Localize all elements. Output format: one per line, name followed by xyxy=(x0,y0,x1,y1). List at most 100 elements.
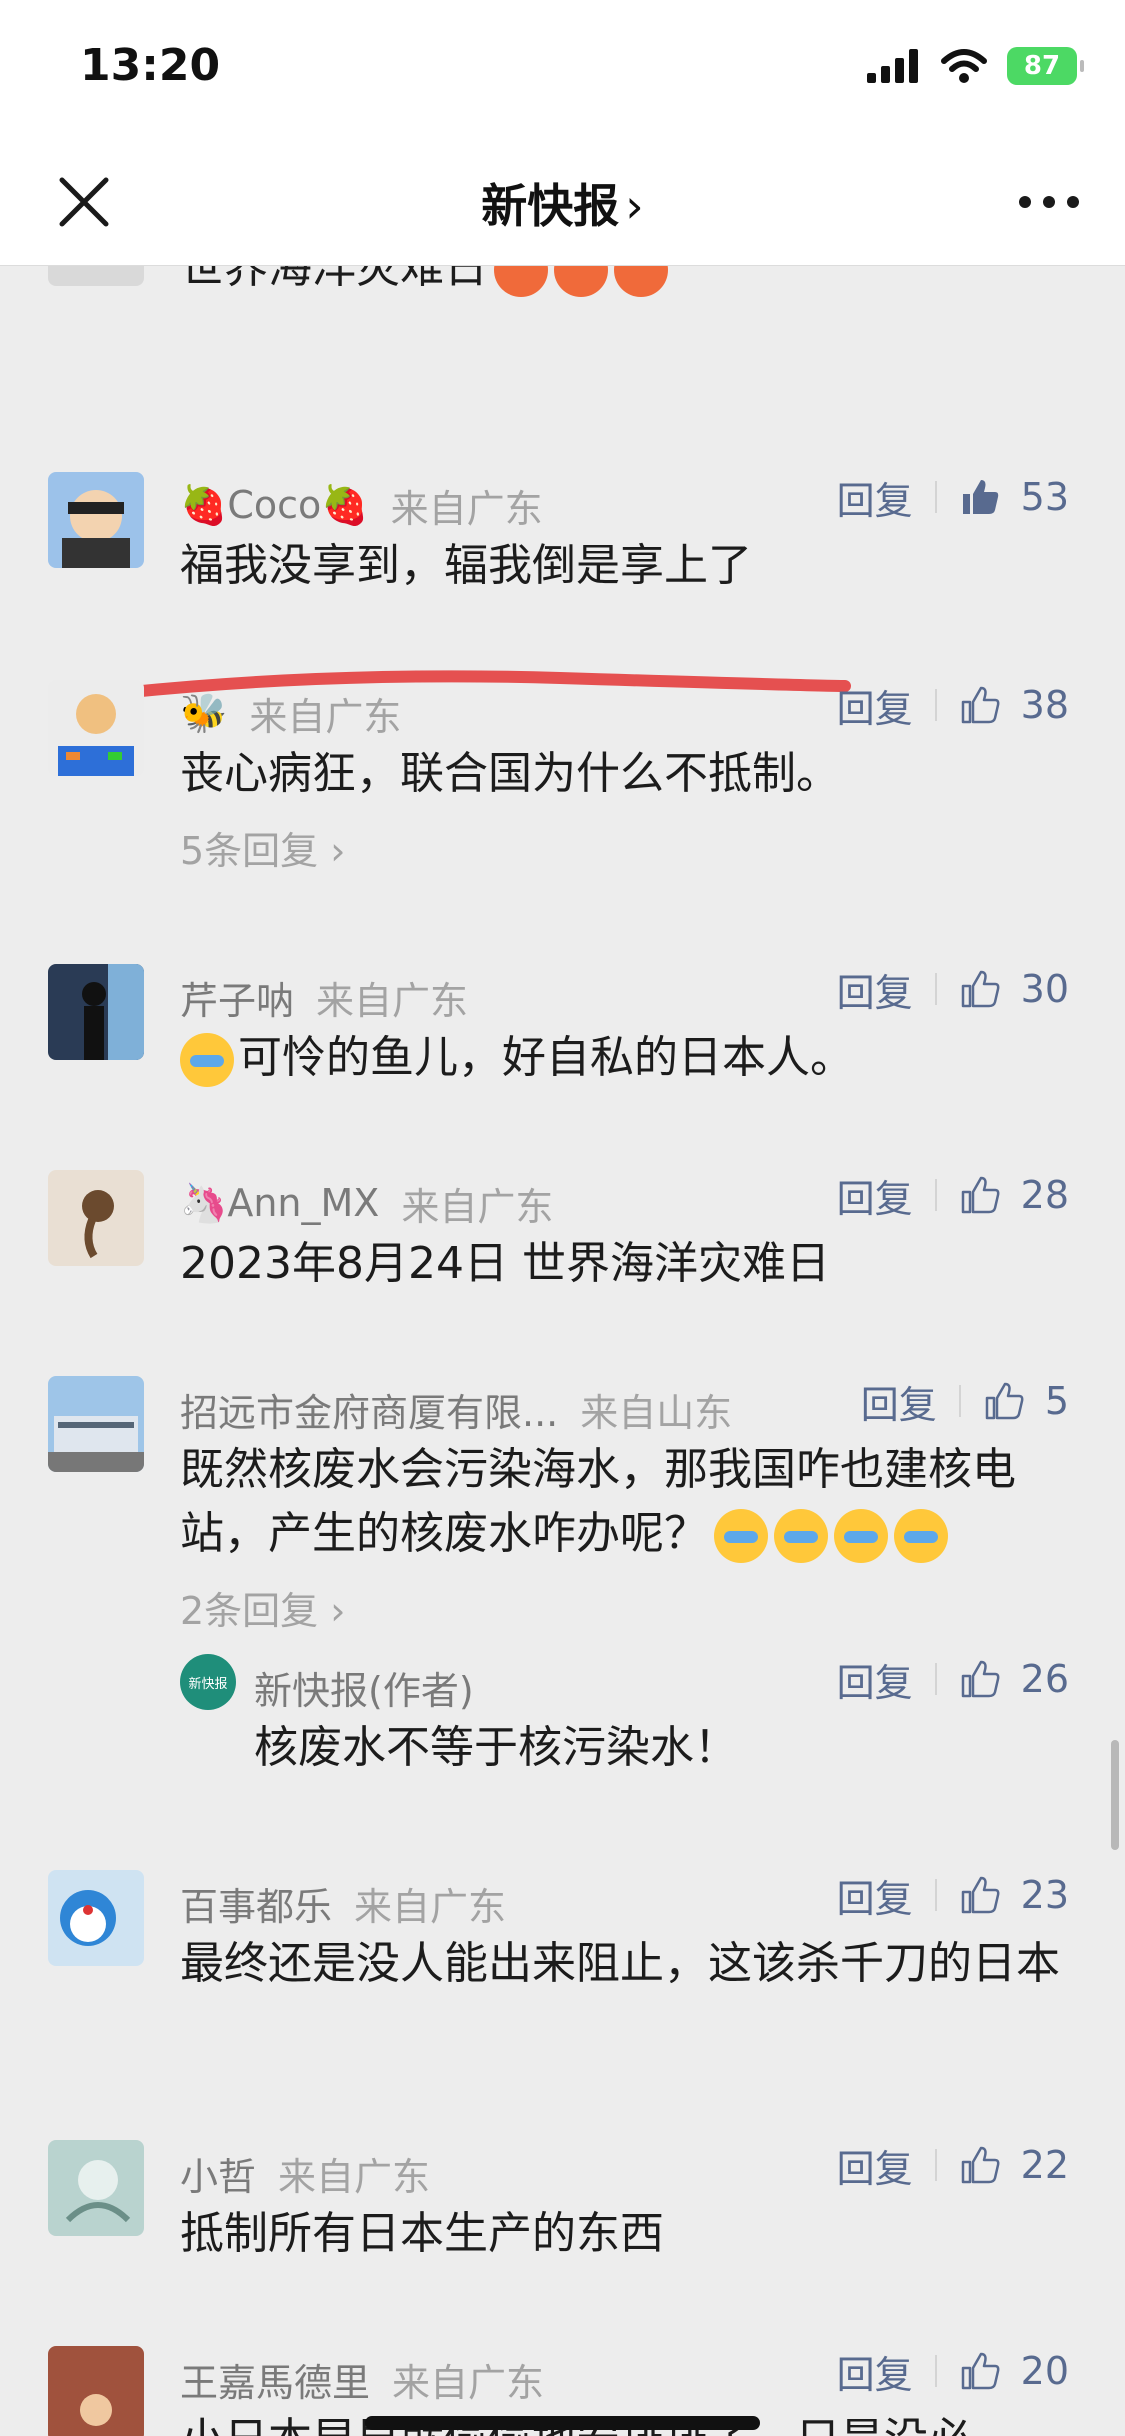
like-count: 20 xyxy=(1020,2349,1069,2393)
commenter-name[interactable]: 芹子呐 xyxy=(180,970,294,1025)
like-button[interactable]: 30 xyxy=(959,967,1069,1011)
commenter-name[interactable]: 🍓Coco🍓 xyxy=(180,483,369,528)
reply-button[interactable]: 回复 xyxy=(837,962,913,1017)
reply-button[interactable]: 回复 xyxy=(837,1868,913,1923)
reply-button[interactable]: 回复 xyxy=(837,678,913,733)
unicorn-icon: 🦄 xyxy=(180,1181,228,1225)
page-title-text: 新快报 xyxy=(481,179,620,233)
divider xyxy=(934,1663,937,1695)
avatar[interactable] xyxy=(48,266,144,286)
thumb-up-icon xyxy=(961,2146,1000,2184)
reply-button[interactable]: 回复 xyxy=(837,1652,913,1707)
like-count: 23 xyxy=(1020,1873,1069,1917)
divider xyxy=(934,481,937,513)
thumb-up-icon xyxy=(985,1382,1024,1420)
divider xyxy=(958,1385,961,1417)
nav-bar: 新快报 › xyxy=(0,140,1125,266)
comment-text: 抵制所有日本生产的东西 xyxy=(180,2208,664,2259)
comment-text: 核废水不等于核污染水！ xyxy=(254,1722,738,1773)
thumb-up-icon xyxy=(961,1176,1000,1214)
comment-text: 世界海洋灾难日 xyxy=(180,266,1060,300)
more-icon xyxy=(1019,196,1079,208)
avatar[interactable] xyxy=(48,1376,144,1472)
like-count: 26 xyxy=(1020,1657,1069,1701)
wifi-icon xyxy=(941,49,987,83)
thumb-up-icon xyxy=(961,970,1000,1008)
commenter-location: 来自广东 xyxy=(278,2155,431,2199)
reply-button[interactable]: 回复 xyxy=(861,1374,937,1429)
avatar[interactable] xyxy=(48,472,144,568)
like-button[interactable]: 28 xyxy=(959,1173,1069,1217)
divider xyxy=(934,1179,937,1211)
like-button[interactable]: 20 xyxy=(959,2349,1069,2393)
comment-text: 最终还是没人能出来阻止，这该杀千刀的日本 xyxy=(180,1938,1060,1989)
divider xyxy=(934,2149,937,2181)
comment-actions: 回复 22 xyxy=(837,2138,1069,2193)
angry-emoji-icon xyxy=(614,266,668,297)
comment-actions: 回复 28 xyxy=(837,1168,1069,1223)
comment-actions: 回复 38 xyxy=(837,678,1069,733)
comment-text: 既然核废水会污染海水，那我国咋也建核电站，产生的核废水咋办呢？ xyxy=(180,1438,1060,1566)
battery-indicator: 87 xyxy=(1007,47,1084,85)
avatar[interactable] xyxy=(48,964,144,1060)
avatar[interactable] xyxy=(48,1870,144,1966)
status-icons: 87 xyxy=(867,44,1084,88)
more-replies-link[interactable]: 2条回复 › xyxy=(180,1580,345,1635)
like-button[interactable]: 53 xyxy=(959,475,1069,519)
status-time: 13:20 xyxy=(80,40,221,91)
reply-button[interactable]: 回复 xyxy=(837,1168,913,1223)
reply-button[interactable]: 回复 xyxy=(837,2344,913,2399)
comment-text: 丧心病狂，联合国为什么不抵制。 xyxy=(180,748,840,799)
comment-text: 2023年8月24日 世界海洋灾难日 xyxy=(180,1238,830,1289)
comment-text: 福我没享到，辐我倒是享上了 xyxy=(180,540,752,591)
like-button[interactable]: 5 xyxy=(983,1379,1069,1423)
commenter-location: 来自广东 xyxy=(316,979,469,1023)
thumb-up-icon xyxy=(961,2352,1000,2390)
comment-actions: 回复 53 xyxy=(837,470,1069,525)
commenter-name[interactable]: 招远市金府商厦有限... xyxy=(180,1382,558,1437)
bee-icon: 🐝 xyxy=(180,691,228,735)
signal-icon xyxy=(867,49,918,83)
reply-button[interactable]: 回复 xyxy=(837,470,913,525)
more-replies-link[interactable]: 5条回复 › xyxy=(180,820,345,875)
page-title[interactable]: 新快报 › xyxy=(0,170,1125,236)
laughing-crying-emoji-icon xyxy=(714,1509,768,1563)
avatar[interactable] xyxy=(48,680,144,776)
laughing-crying-emoji-icon xyxy=(834,1509,888,1563)
commenter-name[interactable]: 百事都乐 xyxy=(180,1876,332,1931)
commenter-location: 来自广东 xyxy=(390,487,543,531)
more-button[interactable] xyxy=(1009,180,1089,224)
crying-emoji-icon xyxy=(180,1033,234,1087)
like-button[interactable]: 26 xyxy=(959,1657,1069,1701)
thumb-up-icon xyxy=(962,480,998,514)
commenter-location: 来自广东 xyxy=(354,1885,507,1929)
avatar[interactable] xyxy=(48,2140,144,2236)
commenter-name[interactable]: 新快报(作者) xyxy=(254,1660,474,1715)
like-count: 53 xyxy=(1020,475,1069,519)
comment-actions: 回复 5 xyxy=(861,1374,1069,1429)
avatar[interactable] xyxy=(48,1170,144,1266)
chevron-right-icon: › xyxy=(625,179,644,233)
author-avatar[interactable]: 新快报 xyxy=(180,1654,236,1710)
comment-actions: 回复 26 xyxy=(837,1652,1069,1707)
like-button[interactable]: 22 xyxy=(959,2143,1069,2187)
like-button[interactable]: 38 xyxy=(959,683,1069,727)
reply-button[interactable]: 回复 xyxy=(837,2138,913,2193)
comment-text: 可怜的鱼儿，好自私的日本人。 xyxy=(180,1026,1060,1090)
home-indicator[interactable] xyxy=(365,2416,760,2430)
avatar[interactable] xyxy=(48,2346,144,2436)
laughing-crying-emoji-icon xyxy=(894,1509,948,1563)
commenter-name[interactable]: 🦄Ann_MX xyxy=(180,1181,379,1226)
divider xyxy=(934,2355,937,2387)
angry-emoji-icon xyxy=(554,266,608,297)
commenter-name[interactable]: 小哲 xyxy=(180,2146,256,2201)
laughing-crying-emoji-icon xyxy=(774,1509,828,1563)
comment-list: 世界海洋灾难日 🍓Coco🍓 来自广东 回复 53 福我没享到，辐我倒是享上了 xyxy=(0,266,1125,2436)
thumb-up-icon xyxy=(961,1876,1000,1914)
scrollbar[interactable] xyxy=(1111,1740,1119,1850)
like-count: 38 xyxy=(1020,683,1069,727)
battery-level: 87 xyxy=(1023,51,1061,81)
like-button[interactable]: 23 xyxy=(959,1873,1069,1917)
divider xyxy=(934,1879,937,1911)
commenter-name[interactable]: 王嘉馬德里 xyxy=(180,2352,370,2407)
